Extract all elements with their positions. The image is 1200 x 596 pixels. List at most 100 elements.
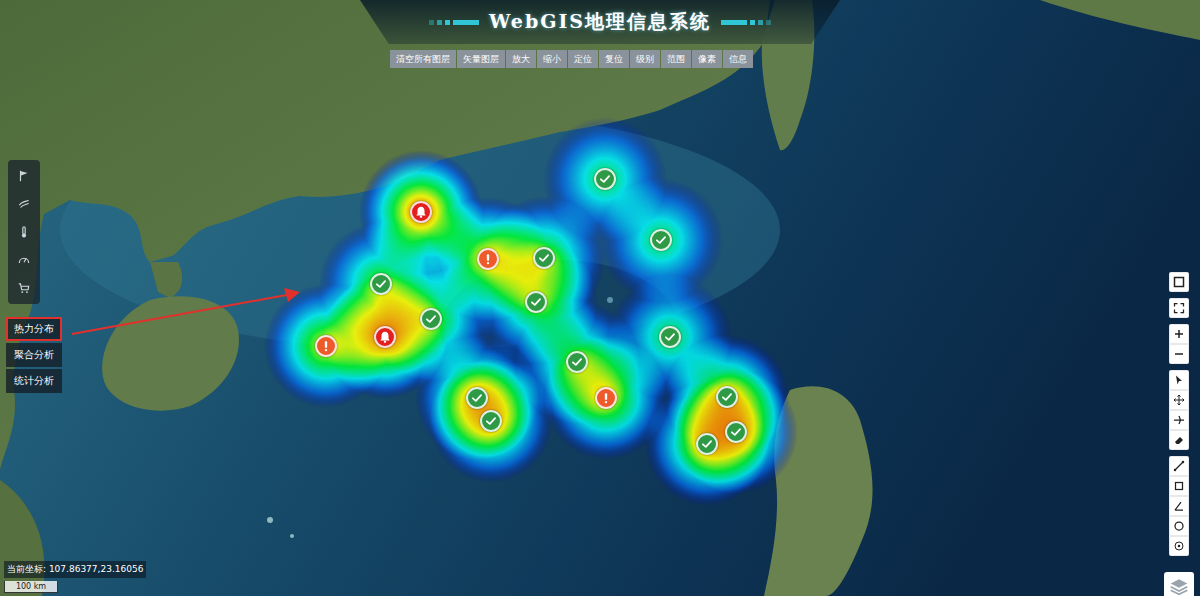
wind-icon xyxy=(17,197,31,211)
ok-marker[interactable] xyxy=(525,291,547,313)
toolbar-button[interactable]: 范围 xyxy=(661,50,691,68)
check-icon xyxy=(729,425,743,439)
layer-switch-button[interactable] xyxy=(1164,572,1194,596)
map-canvas[interactable] xyxy=(0,0,1200,596)
vietnam-coast xyxy=(0,480,44,596)
side-menu-item[interactable]: 热力分布 xyxy=(6,317,62,341)
app-title: WebGIS地理信息系统 xyxy=(489,9,711,35)
ok-marker[interactable] xyxy=(659,326,681,348)
fullscreen-icon xyxy=(1173,302,1185,314)
exclamation-icon xyxy=(319,339,333,353)
zoom-out-button[interactable] xyxy=(1170,345,1188,363)
ocean xyxy=(0,0,1200,596)
hainan xyxy=(102,296,239,410)
header-decoration-right xyxy=(721,20,771,25)
side-tool[interactable] xyxy=(13,222,35,242)
warn-marker[interactable] xyxy=(315,335,337,357)
pointer-button[interactable] xyxy=(1170,371,1188,389)
ok-marker[interactable] xyxy=(533,247,555,269)
ok-marker[interactable] xyxy=(480,410,502,432)
check-icon xyxy=(424,312,438,326)
ok-marker[interactable] xyxy=(420,308,442,330)
flag-icon xyxy=(17,169,31,183)
rotate-button[interactable] xyxy=(1170,411,1188,429)
toolbar-button[interactable]: 放大 xyxy=(506,50,536,68)
warn-marker[interactable] xyxy=(595,387,617,409)
side-menu-item[interactable]: 统计分析 xyxy=(6,369,62,393)
alarm-marker[interactable] xyxy=(410,201,432,223)
ok-marker[interactable] xyxy=(370,273,392,295)
fullscreen-button[interactable] xyxy=(1170,299,1188,317)
square-icon xyxy=(1173,276,1185,288)
toolbar-button[interactable]: 矢量图层 xyxy=(457,50,505,68)
measure-angle-button[interactable] xyxy=(1170,497,1188,515)
check-icon xyxy=(470,391,484,405)
header-banner: WebGIS地理信息系统 xyxy=(360,0,840,44)
side-menu-item[interactable]: 聚合分析 xyxy=(6,343,62,367)
check-icon xyxy=(598,172,612,186)
polygon-icon xyxy=(1173,480,1185,492)
ok-marker[interactable] xyxy=(716,386,738,408)
bell-icon xyxy=(414,205,428,219)
side-menu: 热力分布聚合分析统计分析 xyxy=(6,317,62,393)
circle-icon xyxy=(1173,520,1185,532)
check-icon xyxy=(484,414,498,428)
toolbar-button[interactable]: 级别 xyxy=(630,50,660,68)
toolbar-button[interactable]: 定位 xyxy=(568,50,598,68)
check-icon xyxy=(529,295,543,309)
side-tool[interactable] xyxy=(13,278,35,298)
toolbar-button[interactable]: 像素 xyxy=(692,50,722,68)
alarm-marker[interactable] xyxy=(374,326,396,348)
ok-marker[interactable] xyxy=(696,433,718,455)
pan-button[interactable] xyxy=(1170,391,1188,409)
toolbar-button[interactable]: 缩小 xyxy=(537,50,567,68)
exclamation-icon xyxy=(599,391,613,405)
measure-radius-button[interactable] xyxy=(1170,537,1188,555)
gauge-icon xyxy=(17,253,31,267)
status-area: 当前坐标: 107.86377,23.16056 100 km xyxy=(4,561,146,593)
scale-bar: 100 km xyxy=(4,581,58,593)
toolbar: 清空所有图层矢量图层放大缩小定位复位级别范围像素信息 xyxy=(390,50,753,68)
pointer-arrow xyxy=(70,282,310,342)
coordinate-readout: 当前坐标: 107.86377,23.16056 xyxy=(4,561,146,578)
header-decoration-left xyxy=(429,20,479,25)
zoom-in-button[interactable] xyxy=(1170,325,1188,343)
thermometer-icon xyxy=(17,225,31,239)
exclamation-icon xyxy=(481,252,495,266)
measure-area-button[interactable] xyxy=(1170,477,1188,495)
warn-marker[interactable] xyxy=(477,248,499,270)
map-controls xyxy=(1164,272,1194,596)
pointer-icon xyxy=(1173,374,1185,386)
check-icon xyxy=(663,330,677,344)
overview-button[interactable] xyxy=(1170,273,1188,291)
measure-circle-button[interactable] xyxy=(1170,517,1188,535)
plane-icon xyxy=(1173,414,1185,426)
layers-icon xyxy=(1169,576,1189,596)
target-icon xyxy=(1173,540,1185,552)
side-tool[interactable] xyxy=(13,166,35,186)
side-tools xyxy=(8,160,40,304)
cart-icon xyxy=(17,281,31,295)
line-icon xyxy=(1173,460,1185,472)
ok-marker[interactable] xyxy=(566,351,588,373)
ok-marker[interactable] xyxy=(725,421,747,443)
webgis-screen: WebGIS地理信息系统清空所有图层矢量图层放大缩小定位复位级别范围像素信息热力… xyxy=(0,0,1200,596)
minus-icon xyxy=(1173,348,1185,360)
toolbar-button[interactable]: 清空所有图层 xyxy=(390,50,456,68)
side-tool[interactable] xyxy=(13,194,35,214)
check-icon xyxy=(537,251,551,265)
angle-icon xyxy=(1173,500,1185,512)
measure-line-button[interactable] xyxy=(1170,457,1188,475)
ok-marker[interactable] xyxy=(650,229,672,251)
check-icon xyxy=(720,390,734,404)
toolbar-button[interactable]: 复位 xyxy=(599,50,629,68)
check-icon xyxy=(700,437,714,451)
ok-marker[interactable] xyxy=(594,168,616,190)
side-tool[interactable] xyxy=(13,250,35,270)
heat-layer xyxy=(264,117,798,506)
ok-marker[interactable] xyxy=(466,387,488,409)
bell-icon xyxy=(378,330,392,344)
plus-icon xyxy=(1173,328,1185,340)
toolbar-button[interactable]: 信息 xyxy=(723,50,753,68)
erase-button[interactable] xyxy=(1170,431,1188,449)
